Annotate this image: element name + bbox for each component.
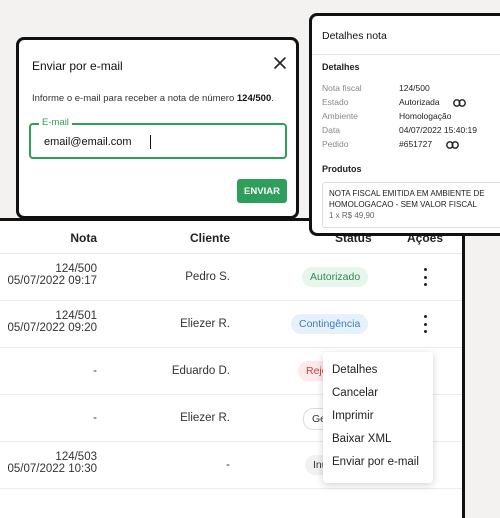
menu-item-enviar-email[interactable]: Enviar por e-mail — [332, 456, 419, 468]
acoes-cell — [405, 254, 445, 300]
label-pedido: Pedido — [322, 139, 349, 149]
status-badge: Autorizado — [302, 267, 369, 287]
value-nota-fiscal: 124/500 — [399, 83, 430, 93]
text-caret — [150, 135, 151, 149]
value-data: 04/07/2022 15:40:19 — [399, 125, 477, 135]
value-pedido: #651727 — [399, 139, 433, 149]
table-row[interactable]: 124/501 05/07/2022 09:20 Eliezer R. Cont… — [0, 301, 462, 348]
section-detalhes: Detalhes — [322, 62, 360, 72]
acoes-cell — [405, 301, 445, 347]
nota-cell: - — [93, 412, 97, 424]
instruction-text: Informe o e-mail para receber a nota de … — [32, 93, 237, 104]
send-button[interactable]: ENVIAR — [237, 179, 287, 203]
nota-cell: 124/500 05/07/2022 09:17 — [7, 263, 97, 287]
header-nota: Nota — [70, 231, 97, 245]
table-row[interactable]: 124/500 05/07/2022 09:17 Pedro S. Autori… — [0, 254, 462, 301]
menu-item-imprimir[interactable]: Imprimir — [332, 410, 374, 422]
nota-cell: 124/503 05/07/2022 10:30 — [7, 451, 97, 475]
nota-number: 124/500 — [55, 263, 97, 275]
product-item: NOTA FISCAL EMITIDA EM AMBIENTE DE HOMOL… — [322, 182, 500, 228]
label-estado: Estado — [322, 97, 349, 107]
cliente-cell: Eduardo D. — [171, 365, 230, 377]
instruction-nota-number: 124/500 — [236, 93, 272, 104]
cliente-cell: Pedro S. — [185, 271, 230, 283]
cliente-cell: Eliezer R. — [180, 412, 230, 424]
details-panel: Detalhes nota Detalhes Nota fiscal 124/5… — [309, 13, 500, 236]
more-vert-icon[interactable] — [419, 315, 431, 333]
nota-date: 05/07/2022 09:17 — [7, 275, 97, 287]
label-data: Data — [322, 125, 340, 135]
nota-cell: - — [93, 365, 97, 377]
more-vert-icon[interactable] — [419, 268, 431, 286]
nota-number: 124/503 — [55, 451, 97, 463]
divider — [312, 54, 500, 55]
email-input[interactable] — [44, 136, 264, 148]
menu-item-cancelar[interactable]: Cancelar — [332, 387, 378, 399]
label-nota-fiscal: Nota fiscal — [322, 83, 362, 93]
header-cliente: Cliente — [189, 231, 230, 245]
menu-item-baixar-xml[interactable]: Baixar XML — [332, 433, 391, 445]
actions-menu: Detalhes Cancelar Imprimir Baixar XML En… — [323, 352, 433, 483]
dialog-instruction: Informe o e-mail para receber a nota de … — [32, 93, 274, 104]
instruction-suffix: . — [271, 93, 274, 104]
label-ambiente: Ambiente — [322, 111, 358, 121]
value-ambiente: Homologação — [399, 111, 452, 121]
value-estado: Autorizada — [399, 97, 440, 107]
nota-date: 05/07/2022 09:20 — [7, 322, 97, 334]
nota-date: 05/07/2022 10:30 — [7, 463, 97, 475]
menu-item-detalhes[interactable]: Detalhes — [332, 364, 377, 376]
details-title: Detalhes nota — [322, 30, 387, 42]
cliente-cell: Eliezer R. — [180, 318, 230, 330]
link-icon[interactable] — [446, 141, 459, 149]
close-icon[interactable] — [272, 55, 288, 71]
nota-cell: 124/501 05/07/2022 09:20 — [7, 310, 97, 334]
section-produtos: Produtos — [322, 164, 362, 174]
product-qty-price: 1 x R$ 49,90 — [329, 211, 375, 220]
email-field[interactable]: E-mail — [29, 117, 287, 159]
email-dialog: Enviar por e-mail Informe o e-mail para … — [16, 37, 299, 219]
dialog-title: Enviar por e-mail — [32, 59, 123, 73]
cliente-cell: - — [226, 459, 230, 471]
status-badge: Contingência — [291, 314, 369, 334]
link-icon[interactable] — [453, 99, 466, 107]
nota-number: 124/501 — [55, 310, 97, 322]
product-name: NOTA FISCAL EMITIDA EM AMBIENTE DE HOMOL… — [329, 189, 485, 209]
email-field-label: E-mail — [39, 117, 72, 128]
